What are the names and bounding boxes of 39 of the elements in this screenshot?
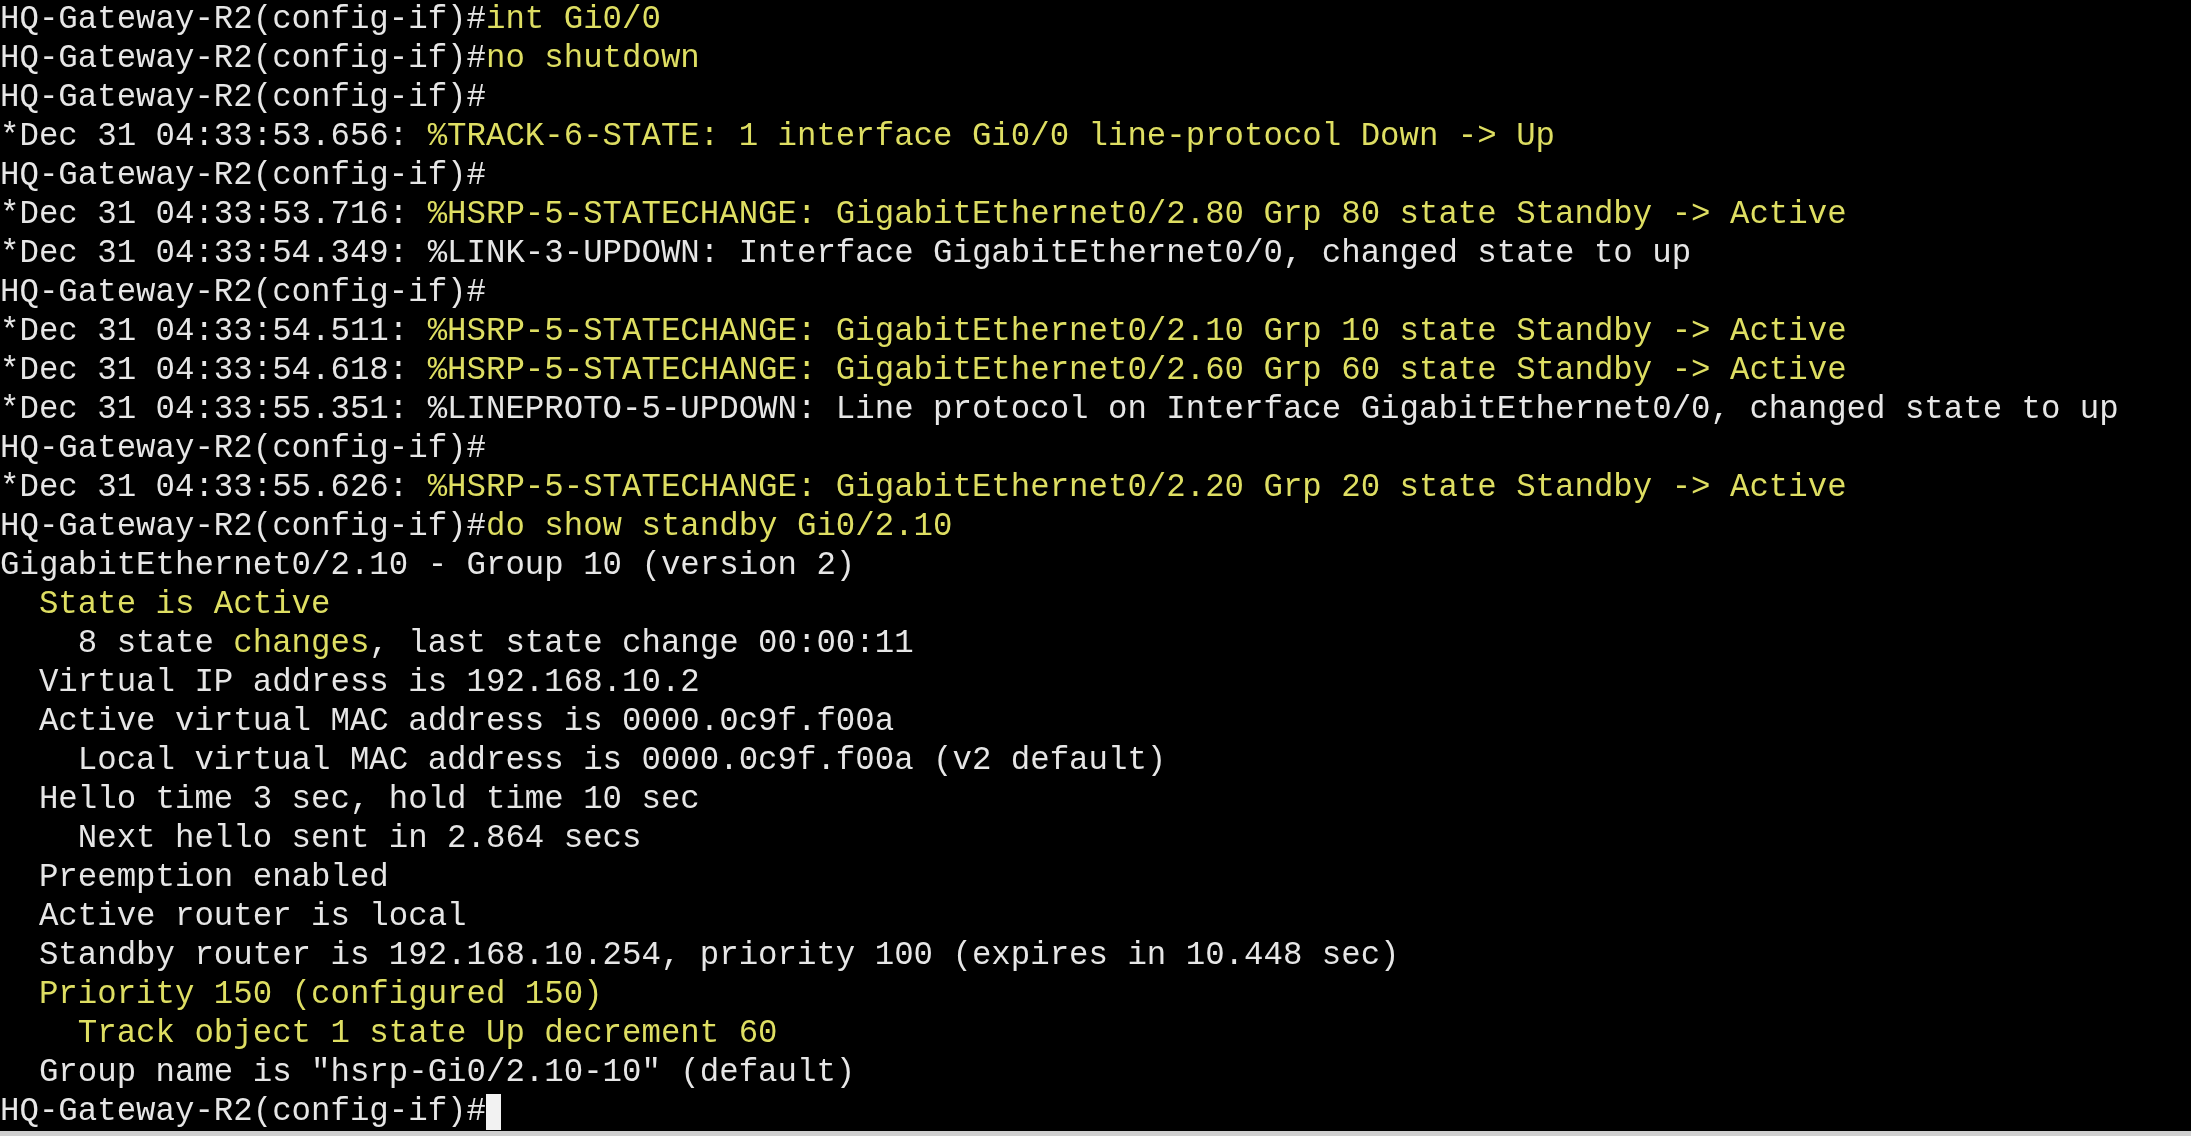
highlighted-text: %HSRP-5-STATECHANGE: GigabitEthernet0/2.10 Grp 10 state Standby -> Active	[427, 312, 1847, 351]
terminal-text: HQ-Gateway-R2(config-if)#	[0, 1092, 486, 1131]
terminal-text: Standby router is 192.168.10.254, priority 100 (expires in 10.448 sec)	[37, 936, 1400, 975]
terminal-text: *Dec 31 04:33:55.626:	[0, 468, 410, 507]
highlighted-text: %HSRP-5-STATECHANGE: GigabitEthernet0/2.20 Grp 20 state Standby -> Active	[427, 468, 1847, 507]
highlighted-text: Track object 1 state Up decrement 60	[76, 1014, 778, 1053]
terminal-text: *Dec 31 04:33:54.511:	[0, 312, 410, 351]
terminal-text: Group name is "hsrp-Gi0/2.10-10" (default)	[37, 1053, 856, 1092]
terminal-text: *Dec 31 04:33:54.618:	[0, 351, 410, 390]
highlighted-text: int Gi0/0	[485, 0, 661, 39]
highlighted-text: %HSRP-5-STATECHANGE: GigabitEthernet0/2.80 Grp 80 state Standby -> Active	[427, 195, 1847, 234]
terminal-text: Active virtual MAC address is 0000.0c9f.f00a	[37, 702, 895, 741]
terminal-text: Virtual IP address is 192.168.10.2	[37, 663, 700, 702]
terminal-text: GigabitEthernet0/2.10 - Group 10 (version 2)	[0, 546, 856, 585]
terminal-text: , last state change 00:00:11	[369, 624, 914, 663]
terminal-text: 8 state	[76, 624, 215, 663]
terminal-text: Preemption enabled	[37, 858, 389, 897]
terminal-text: *Dec 31 04:33:53.656:	[0, 117, 410, 156]
highlighted-text: %TRACK-6-STATE: 1 interface Gi0/0 line-protocol Down -> Up	[427, 117, 1556, 156]
terminal-text: Local virtual MAC address is 0000.0c9f.f00a (v2 default)	[76, 741, 1167, 780]
highlighted-text: changes	[233, 624, 370, 663]
terminal-text: HQ-Gateway-R2(config-if)#	[0, 78, 486, 117]
highlighted-text: %HSRP-5-STATECHANGE: GigabitEthernet0/2.60 Grp 60 state Standby -> Active	[427, 351, 1847, 390]
terminal-text: Active router is local	[37, 897, 467, 936]
highlighted-text: do show standby Gi0/2.10	[485, 507, 953, 546]
terminal-text: HQ-Gateway-R2(config-if)#	[0, 507, 486, 546]
terminal-text: *Dec 31 04:33:55.351: %LINEPROTO-5-UPDOWN: Line protocol on Interface GigabitEthernet0/0, changed state to up	[0, 390, 2119, 429]
terminal-text: Next hello sent in 2.864 secs	[76, 819, 642, 858]
terminal-text: *Dec 31 04:33:53.716:	[0, 195, 410, 234]
terminal-text: HQ-Gateway-R2(config-if)#	[0, 39, 486, 78]
highlighted-text: State is Active	[37, 585, 331, 624]
terminal-text: HQ-Gateway-R2(config-if)#	[0, 0, 486, 39]
terminal-text: Hello time 3 sec, hold time 10 sec	[37, 780, 700, 819]
highlighted-text: no shutdown	[485, 39, 700, 78]
terminal-text: HQ-Gateway-R2(config-if)#	[0, 429, 486, 468]
terminal-text: HQ-Gateway-R2(config-if)#	[0, 273, 486, 312]
terminal-text: *Dec 31 04:33:54.349: %LINK-3-UPDOWN: Interface GigabitEthernet0/0, changed state to up	[0, 234, 1692, 273]
highlighted-text: Priority 150 (configured 150)	[37, 975, 603, 1014]
terminal-text: HQ-Gateway-R2(config-if)#	[0, 156, 486, 195]
